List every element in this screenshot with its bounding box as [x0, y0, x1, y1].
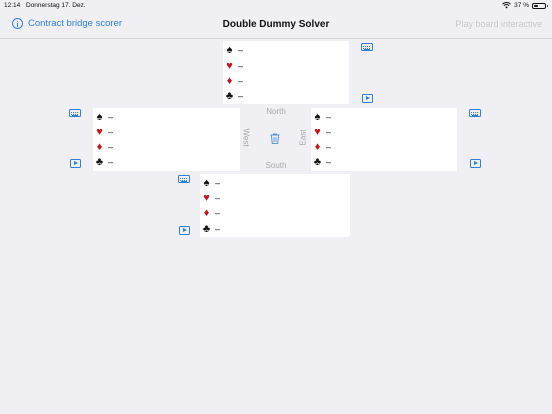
- west-diamonds-row: ♦ –: [93, 140, 113, 154]
- status-right: 37 %: [502, 2, 548, 9]
- north-spades-row: ♠ –: [223, 43, 243, 57]
- east-hearts-row: ♥ –: [311, 125, 331, 139]
- south-diamonds-row: ♦ –: [200, 206, 220, 220]
- east-clubs-row: ♣ –: [311, 155, 331, 169]
- diamond-icon: ♦: [226, 75, 233, 87]
- navigation-bar: Contract bridge scorer Double Dummy Solv…: [0, 12, 552, 39]
- south-play-icon[interactable]: [179, 226, 190, 235]
- club-icon: ♣: [225, 90, 234, 102]
- compass-north: North: [266, 107, 286, 116]
- west-hand[interactable]: ♠ – ♥ – ♦ – ♣ –: [93, 108, 240, 171]
- south-keyboard-icon[interactable]: [178, 175, 190, 183]
- status-bar: 12:14 Donnerstag 17. Dez. 37 %: [0, 0, 552, 12]
- club-icon: ♣: [95, 156, 104, 168]
- east-diamonds-row: ♦ –: [311, 140, 331, 154]
- west-spades-row: ♠ –: [93, 110, 113, 124]
- west-hearts-cards: –: [108, 127, 114, 137]
- north-spades-cards: –: [238, 45, 244, 55]
- west-diamonds-cards: –: [108, 142, 114, 152]
- north-clubs-row: ♣ –: [223, 89, 243, 103]
- south-diamonds-cards: –: [215, 208, 221, 218]
- battery-icon: [532, 2, 548, 9]
- status-time: 12:14: [4, 2, 21, 9]
- north-hearts-row: ♥ –: [223, 59, 243, 73]
- diamond-icon: ♦: [203, 207, 210, 219]
- compass-west: West: [241, 128, 251, 147]
- trash-icon[interactable]: [270, 133, 280, 144]
- east-hearts-cards: –: [326, 127, 332, 137]
- south-spades-row: ♠ –: [200, 176, 220, 190]
- diamond-icon: ♦: [96, 141, 103, 153]
- spade-icon: ♠: [314, 111, 321, 123]
- east-diamonds-cards: –: [326, 142, 332, 152]
- heart-icon: ♥: [226, 60, 233, 72]
- compass-east: East: [298, 129, 308, 146]
- west-play-icon[interactable]: [70, 159, 81, 168]
- north-keyboard-icon[interactable]: [361, 43, 373, 51]
- west-clubs-cards: –: [108, 157, 114, 167]
- north-play-icon[interactable]: [362, 94, 373, 103]
- east-spades-row: ♠ –: [311, 110, 331, 124]
- south-spades-cards: –: [215, 178, 221, 188]
- battery-fill: [534, 4, 538, 7]
- south-hearts-row: ♥ –: [200, 191, 220, 205]
- club-icon: ♣: [313, 156, 322, 168]
- heart-icon: ♥: [314, 126, 321, 138]
- club-icon: ♣: [202, 223, 211, 235]
- spade-icon: ♠: [203, 177, 210, 189]
- north-clubs-cards: –: [238, 91, 244, 101]
- north-hearts-cards: –: [238, 61, 244, 71]
- west-keyboard-icon[interactable]: [69, 109, 81, 117]
- spade-icon: ♠: [226, 44, 233, 56]
- east-clubs-cards: –: [326, 157, 332, 167]
- wifi-icon: [502, 2, 512, 9]
- heart-icon: ♥: [203, 192, 210, 204]
- west-clubs-row: ♣ –: [93, 155, 113, 169]
- compass-south: South: [265, 161, 287, 170]
- play-board-interactive-button[interactable]: Play board interactive: [455, 19, 542, 29]
- south-hearts-cards: –: [215, 193, 221, 203]
- north-diamonds-row: ♦ –: [223, 74, 243, 88]
- south-hand[interactable]: ♠ – ♥ – ♦ – ♣ –: [200, 174, 350, 237]
- east-keyboard-icon[interactable]: [469, 109, 481, 117]
- compass: North West East South: [240, 102, 312, 174]
- north-diamonds-cards: –: [238, 76, 244, 86]
- west-spades-cards: –: [108, 112, 114, 122]
- south-clubs-row: ♣ –: [200, 222, 220, 236]
- north-hand[interactable]: ♠ – ♥ – ♦ – ♣ –: [223, 41, 349, 104]
- east-hand[interactable]: ♠ – ♥ – ♦ – ♣ –: [311, 108, 457, 171]
- south-clubs-cards: –: [215, 224, 221, 234]
- east-spades-cards: –: [326, 112, 332, 122]
- status-date: Donnerstag 17. Dez.: [26, 2, 86, 9]
- diamond-icon: ♦: [314, 141, 321, 153]
- heart-icon: ♥: [96, 126, 103, 138]
- west-hearts-row: ♥ –: [93, 125, 113, 139]
- east-play-icon[interactable]: [470, 159, 481, 168]
- battery-percent: 37 %: [514, 2, 529, 9]
- spade-icon: ♠: [96, 111, 103, 123]
